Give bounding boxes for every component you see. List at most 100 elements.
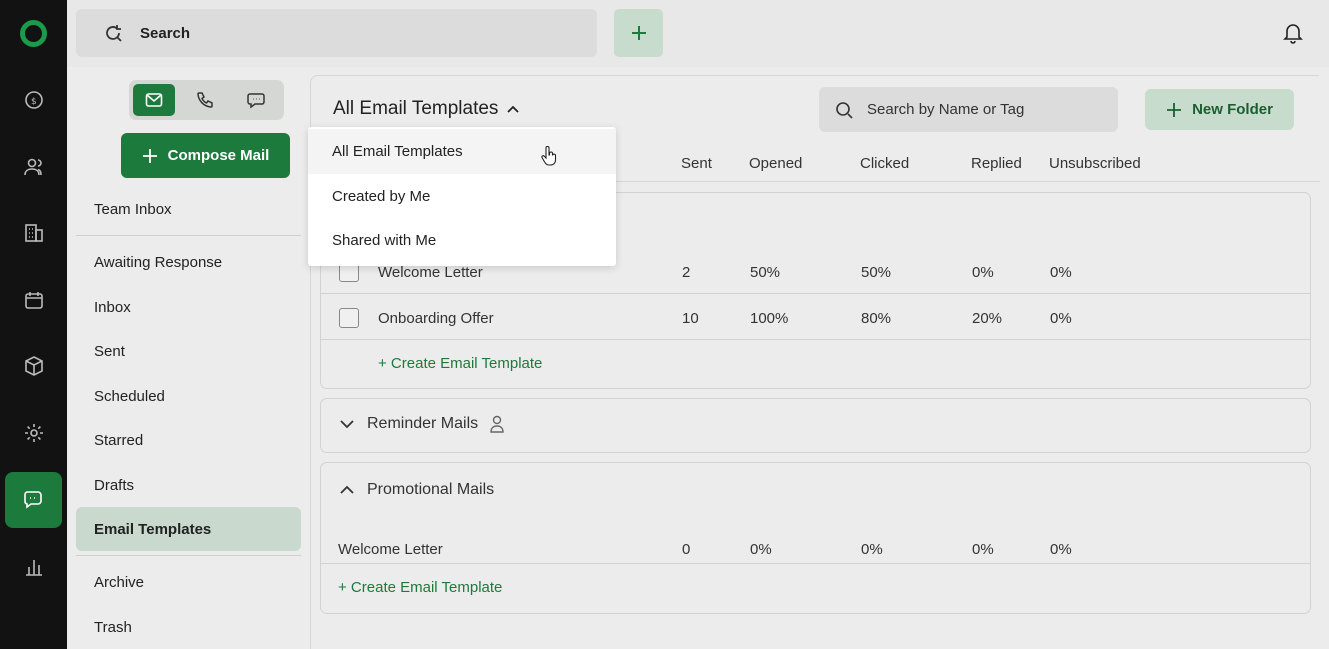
folder-card[interactable]: Reminder Mails <box>320 398 1311 453</box>
gear-icon <box>24 424 43 442</box>
rail-reports-button[interactable] <box>5 539 62 595</box>
template-name: Onboarding Offer <box>378 310 494 327</box>
topbar: Search <box>67 0 1329 67</box>
folder-header[interactable]: Promotional Mails <box>339 481 494 499</box>
filter-shared-with-me[interactable]: Shared with Me <box>308 218 616 263</box>
nav-email-templates[interactable]: Email Templates <box>76 507 301 551</box>
folder-name: Reminder Mails <box>367 415 479 432</box>
rail-conversations-button[interactable] <box>5 472 62 528</box>
unsubscribed-value: 0% <box>1050 541 1072 558</box>
rail-products-button[interactable] <box>5 338 62 394</box>
plus-icon <box>631 26 646 40</box>
page-title: All Email Templates <box>333 98 499 119</box>
folder-header[interactable]: Reminder Mails <box>339 415 504 433</box>
filter-all-templates[interactable]: All Email Templates <box>308 129 616 174</box>
opened-value: 100% <box>750 310 789 327</box>
rail-companies-button[interactable] <box>5 205 62 261</box>
nav-label: Drafts <box>94 476 135 494</box>
nav-label: Awaiting Response <box>94 253 223 271</box>
dropdown-item-label: All Email Templates <box>332 143 463 160</box>
replied-value: 0% <box>972 541 994 558</box>
replied-value: 0% <box>972 264 994 281</box>
template-name: Welcome Letter <box>378 264 483 281</box>
rail-deals-button[interactable]: $ <box>5 72 62 128</box>
nav-drafts[interactable]: Drafts <box>76 463 301 507</box>
col-unsubscribed: Unsubscribed <box>1049 155 1141 172</box>
channel-phone-button[interactable] <box>184 84 226 116</box>
folder-card: Promotional Mails Welcome Letter 0 0% 0%… <box>320 462 1311 614</box>
svg-text:$: $ <box>31 97 37 107</box>
template-search-input[interactable]: Search by Name or Tag <box>819 87 1118 132</box>
template-filter-toggle[interactable]: All Email Templates <box>333 98 520 120</box>
user-icon <box>490 415 504 433</box>
chat-icon <box>23 491 42 509</box>
users-icon <box>23 158 42 176</box>
clicked-value: 0% <box>861 541 883 558</box>
nav-label: Archive <box>94 573 145 591</box>
clicked-value: 50% <box>861 264 892 281</box>
dropdown-item-label: Created by Me <box>332 188 431 205</box>
row-checkbox[interactable] <box>339 308 359 328</box>
filter-created-by-me[interactable]: Created by Me <box>308 174 616 219</box>
chevron-up-icon <box>340 485 354 494</box>
global-search[interactable]: Search <box>76 9 597 57</box>
col-clicked: Clicked <box>860 155 910 172</box>
row-divider <box>321 293 1310 294</box>
nav-archive[interactable]: Archive <box>76 560 301 604</box>
nav-inbox[interactable]: Inbox <box>76 285 301 329</box>
row-divider <box>321 563 1310 564</box>
box-icon <box>24 356 43 376</box>
app-rail: $ <box>0 0 67 649</box>
new-folder-label: New Folder <box>1192 101 1273 118</box>
mail-sidebar: Compose Mail Team Inbox Awaiting Respons… <box>67 67 310 649</box>
rail-settings-button[interactable] <box>5 405 62 461</box>
plus-icon <box>142 148 157 163</box>
col-replied: Replied <box>971 155 1022 172</box>
compose-mail-button[interactable]: Compose Mail <box>121 133 290 178</box>
nav-label: Inbox <box>94 298 131 316</box>
hand-cursor-icon <box>541 146 557 166</box>
opened-value: 50% <box>750 264 781 281</box>
rail-calendar-button[interactable] <box>5 272 62 328</box>
create-template-link[interactable]: + Create Email Template <box>378 355 542 372</box>
nav-label: Trash <box>94 618 132 636</box>
nav-divider <box>76 555 301 556</box>
sent-value: 10 <box>682 310 699 327</box>
nav-trash[interactable]: Trash <box>76 605 301 649</box>
col-opened: Opened <box>749 155 803 172</box>
row-divider <box>321 339 1310 340</box>
channel-switcher <box>129 80 284 120</box>
nav-awaiting-response[interactable]: Awaiting Response <box>76 240 301 284</box>
search-placeholder: Search by Name or Tag <box>867 101 1025 118</box>
channel-chat-button[interactable] <box>235 84 277 116</box>
table-row[interactable]: Welcome Letter 0 0% 0% 0% 0% <box>321 526 1310 572</box>
chevron-down-icon <box>340 420 354 429</box>
dollar-target-icon: $ <box>24 91 43 109</box>
bell-icon[interactable] <box>1283 22 1303 44</box>
new-folder-button[interactable]: New Folder <box>1145 89 1294 130</box>
global-search-label: Search <box>140 24 191 42</box>
mail-icon <box>145 93 163 107</box>
nav-team-inbox[interactable]: Team Inbox <box>76 187 301 231</box>
message-icon <box>247 93 265 109</box>
template-name: Welcome Letter <box>338 541 443 558</box>
nav-starred[interactable]: Starred <box>76 418 301 462</box>
table-row[interactable]: Onboarding Offer 10 100% 80% 20% 0% <box>321 295 1310 341</box>
nav-label: Team Inbox <box>94 200 172 218</box>
col-sent: Sent <box>681 155 712 172</box>
replied-value: 20% <box>972 310 1003 327</box>
building-icon <box>24 224 43 242</box>
template-filter-dropdown: All Email Templates Created by Me Shared… <box>308 127 616 266</box>
rail-contacts-button[interactable] <box>5 139 62 195</box>
calendar-icon <box>24 292 43 309</box>
app-logo-icon <box>20 20 47 47</box>
quick-add-button[interactable] <box>614 9 663 57</box>
nav-divider <box>76 235 301 236</box>
channel-email-button[interactable] <box>133 84 175 116</box>
nav-scheduled[interactable]: Scheduled <box>76 374 301 418</box>
nav-sent[interactable]: Sent <box>76 329 301 373</box>
create-template-link[interactable]: + Create Email Template <box>338 579 502 596</box>
compose-mail-label: Compose Mail <box>167 147 270 164</box>
opened-value: 0% <box>750 541 772 558</box>
nav-label: Starred <box>94 431 144 449</box>
